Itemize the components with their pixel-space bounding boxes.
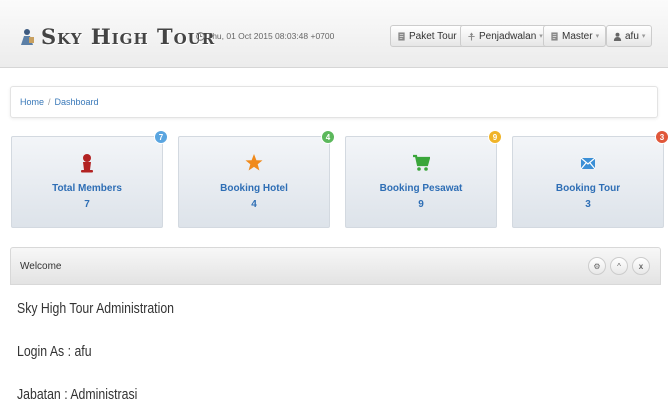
tourist-icon	[21, 28, 34, 45]
nav-user-dropdown[interactable]: afu ▾	[606, 25, 653, 47]
breadcrumb-home-link[interactable]: Home	[20, 97, 44, 107]
tile-booking-pesawat[interactable]: Booking Pesawat 9 9	[345, 130, 502, 228]
user-icon	[613, 32, 622, 41]
nav-user-label: afu	[625, 30, 639, 42]
envelope-icon	[580, 157, 596, 170]
brand[interactable]: Sky High Tour	[18, 24, 215, 49]
chevron-down-icon: ▾	[641, 33, 646, 40]
tile-title: Booking Tour	[555, 183, 621, 194]
panel-settings-button[interactable]: ⚙	[588, 257, 606, 275]
breadcrumb-separator: /	[48, 97, 51, 107]
nav-penjadwalan-label: Penjadwalan	[479, 30, 537, 42]
welcome-panel-header: Welcome ⚙ ^ x	[10, 247, 661, 285]
count-badge: 7	[154, 130, 168, 144]
tile-count: 7	[84, 199, 90, 210]
nav-paket-tour-button[interactable]: Paket Tour	[390, 25, 464, 47]
clock-icon	[196, 31, 205, 41]
panel-line-admin-title: Sky High Tour Administration	[17, 300, 175, 317]
panel-close-button[interactable]: x	[632, 257, 650, 275]
panel-collapse-button[interactable]: ^	[610, 257, 628, 275]
cart-icon	[413, 154, 430, 171]
count-badge: 3	[655, 130, 668, 144]
gear-icon: ⚙	[593, 261, 601, 271]
top-navbar: Sky High Tour Thu, 01 Oct 2015 08:03:48 …	[0, 0, 668, 68]
count-badge: 4	[321, 130, 335, 144]
close-icon: x	[638, 261, 644, 271]
pin-icon	[468, 31, 475, 41]
tile-title: Total Members	[52, 183, 122, 194]
document-icon	[398, 31, 405, 41]
tile-title: Booking Hotel	[220, 183, 288, 194]
nav-paket-tour-label: Paket Tour	[409, 30, 457, 42]
panel-title: Welcome	[20, 260, 62, 272]
panel-line-login-as: Login As : afu	[17, 343, 92, 360]
panel-actions: ⚙ ^ x	[588, 257, 650, 275]
document-icon	[551, 31, 558, 41]
tile-booking-tour[interactable]: Booking Tour 3 3	[512, 130, 668, 228]
star-icon	[245, 154, 263, 171]
panel-line-jabatan: Jabatan : Administrasi	[17, 386, 138, 403]
tile-title: Booking Pesawat	[379, 183, 463, 194]
chevron-up-icon: ^	[617, 261, 621, 271]
nav-master-dropdown[interactable]: Master ▾	[543, 25, 607, 47]
nav-penjadwalan-dropdown[interactable]: Penjadwalan ▾	[460, 25, 550, 47]
brand-name: Sky High Tour	[41, 24, 216, 49]
count-badge: 9	[488, 130, 502, 144]
datetime-text: Thu, 01 Oct 2015 08:03:48 +0700	[207, 31, 335, 41]
chevron-down-icon: ▾	[595, 33, 600, 40]
breadcrumb: Home / Dashboard	[10, 86, 658, 118]
nav-master-label: Master	[562, 30, 593, 42]
header-datetime: Thu, 01 Oct 2015 08:03:48 +0700	[196, 31, 334, 41]
tile-booking-hotel[interactable]: Booking Hotel 4 4	[178, 130, 335, 228]
tile-count: 3	[585, 199, 591, 210]
user-icon	[81, 154, 93, 173]
breadcrumb-dashboard-link[interactable]: Dashboard	[55, 97, 99, 107]
tile-count: 4	[251, 199, 257, 210]
tile-total-members[interactable]: Total Members 7 7	[11, 130, 168, 228]
tile-count: 9	[418, 199, 424, 210]
